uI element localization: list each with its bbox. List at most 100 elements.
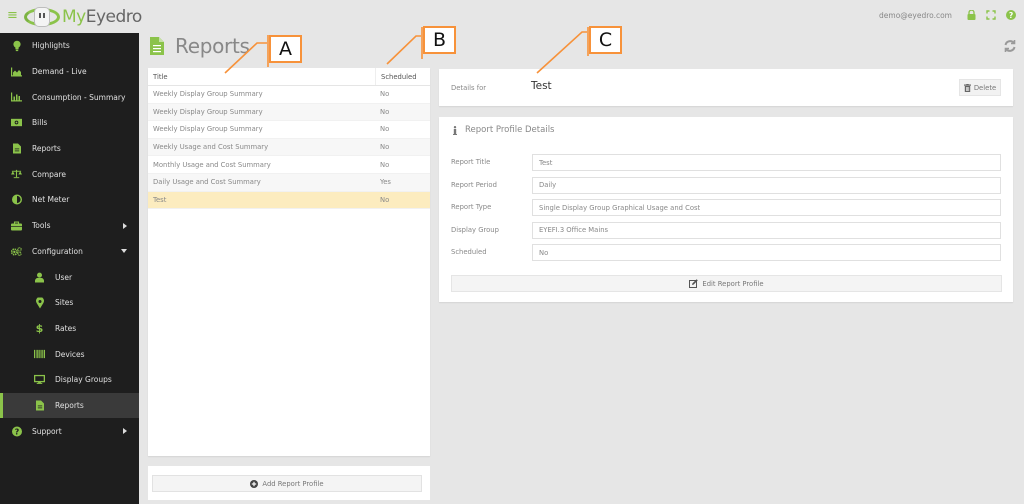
report-scheduled-cell: No [380,125,390,134]
report-list-panel: Title Scheduled Weekly Display Group Sum… [148,68,430,456]
sidebar-item-user-sub[interactable]: User [0,264,139,290]
sidebar-item-support[interactable]: ? Support [0,418,139,444]
question-circle-icon: ? [11,426,22,437]
dollar-icon: $ [34,323,45,334]
add-report-panel: Add Report Profile [148,466,430,500]
field-label: Report Title [451,158,491,166]
user-email[interactable]: demo@eyedro.com [879,11,952,20]
menu-toggle-icon[interactable]: ≡ [7,8,18,24]
field-label: Display Group [451,225,499,234]
sidebar-item-label: Demand - Live [32,67,87,77]
sidebar-item-bills[interactable]: Bills [0,110,139,136]
money-icon [11,117,22,128]
page-header: Reports [150,34,250,58]
lock-icon[interactable] [966,10,976,20]
report-title-cell: Weekly Display Group Summary [153,125,263,134]
field-label: Scheduled [451,248,487,256]
sidebar-item-highlights[interactable]: Highlights [0,33,139,59]
sidebar-item-label: Consumption - Summary [32,92,126,102]
document-icon [34,400,45,411]
sidebar-item-display-groups-sub[interactable]: Display Groups [0,367,139,393]
svg-text:$: $ [36,323,43,334]
profile-field-display-group: Display Group EYEFI.3 Office Mains [451,221,1001,239]
logo-text-my: My [62,7,86,27]
column-header-scheduled[interactable]: Scheduled [375,68,430,85]
delete-label: Delete [973,83,997,92]
sidebar-item-compare[interactable]: Compare [0,161,139,187]
report-list-header: Title Scheduled [148,68,430,86]
sidebar-item-rates-sub[interactable]: $ Rates [0,316,139,342]
top-bar: ≡ MyEyedro demo@eyedro.com ? [0,0,1024,33]
callout-c: C [589,26,622,54]
report-list-row[interactable]: Monthly Usage and Cost Summary No [148,156,430,174]
profile-field-report-type: Report Type Single Display Group Graphica… [451,199,1001,216]
callout-b: B [423,26,456,54]
trash-icon [963,83,971,92]
details-for-label: Details for [451,84,487,92]
add-report-profile-label: Add Report Profile [262,479,324,488]
logo-text: MyEyedro [62,7,142,27]
report-title-cell: Weekly Display Group Summary [153,90,263,99]
briefcase-icon [11,220,22,231]
sidebar-item-label: Reports [55,400,84,410]
report-title-cell: Test [153,195,167,204]
sidebar-item-label: Display Groups [55,375,112,385]
bar-chart-icon [11,92,22,103]
sidebar-item-sites-sub[interactable]: Sites [0,290,139,316]
map-marker-icon [34,297,45,309]
svg-text:?: ? [14,427,19,436]
sidebar-item-tools[interactable]: Tools [0,213,139,239]
lightbulb-icon [11,40,22,51]
sidebar-item-reports-sub[interactable]: Reports [0,392,139,419]
caret-right-icon [123,428,127,435]
help-icon[interactable]: ? [1006,10,1016,20]
report-scheduled-cell: No [380,107,390,116]
info-icon [453,125,457,135]
report-title-cell: Daily Usage and Cost Summary [153,178,261,187]
report-title-cell: Weekly Usage and Cost Summary [153,143,269,152]
field-label: Report Type [451,203,492,211]
details-report-name: Test [531,80,552,92]
callout-a: A [269,35,302,63]
report-list-row[interactable]: Test No [148,191,430,210]
sidebar-item-label: Reports [32,144,61,154]
report-scheduled-cell: No [380,160,390,169]
sidebar-item-configuration[interactable]: Configuration [0,239,139,265]
report-profile-panel: Report Profile Details Report Title Test R… [439,117,1013,302]
logo[interactable]: MyEyedro [24,4,142,30]
report-list-row[interactable]: Weekly Display Group Summary No [148,121,430,139]
profile-field-scheduled: Scheduled No [451,244,1001,261]
sidebar-item-label: Sites [55,298,74,308]
report-list-row[interactable]: Daily Usage and Cost Summary Yes [148,173,430,192]
barcode-icon [34,349,45,360]
sidebar-item-label: Rates [55,323,77,333]
report-scheduled-cell: No [380,90,390,99]
sidebar: Highlights Demand - Live Consumption - Sum… [0,33,139,504]
column-header-title[interactable]: Title [148,68,375,85]
field-value: No [532,244,1001,261]
sidebar-item-demand-live[interactable]: Demand - Live [0,59,139,85]
field-value: Single Display Group Graphical Usage and… [532,199,1001,216]
report-scheduled-cell: No [380,143,390,152]
cogs-icon [11,246,22,257]
top-right-toolbar: demo@eyedro.com ? [879,10,1016,20]
sidebar-item-net-meter[interactable]: Net Meter [0,187,139,213]
profile-field-report-title: Report Title Test [451,154,1001,171]
sidebar-item-consumption-summary[interactable]: Consumption - Summary [0,84,139,110]
field-value: EYEFI.3 Office Mains [532,221,1001,239]
refresh-icon[interactable] [1003,39,1017,53]
sidebar-item-devices-sub[interactable]: Devices [0,341,139,367]
report-list-row[interactable]: Weekly Display Group Summary No [148,103,430,122]
report-list-row[interactable]: Weekly Usage and Cost Summary No [148,138,430,157]
report-title-cell: Monthly Usage and Cost Summary [153,160,271,169]
page-title: Reports [175,34,250,58]
fullscreen-icon[interactable] [986,10,996,20]
report-list-row[interactable]: Weekly Display Group Summary No [148,86,430,104]
edit-report-profile-button[interactable]: Edit Report Profile [451,275,1002,292]
report-scheduled-cell: No [380,195,390,204]
sidebar-item-label: Highlights [32,41,70,51]
add-report-profile-button[interactable]: Add Report Profile [152,475,422,492]
delete-button[interactable]: Delete [959,79,1001,96]
sidebar-item-reports[interactable]: Reports [0,136,139,162]
profile-panel-title: Report Profile Details [453,125,554,135]
